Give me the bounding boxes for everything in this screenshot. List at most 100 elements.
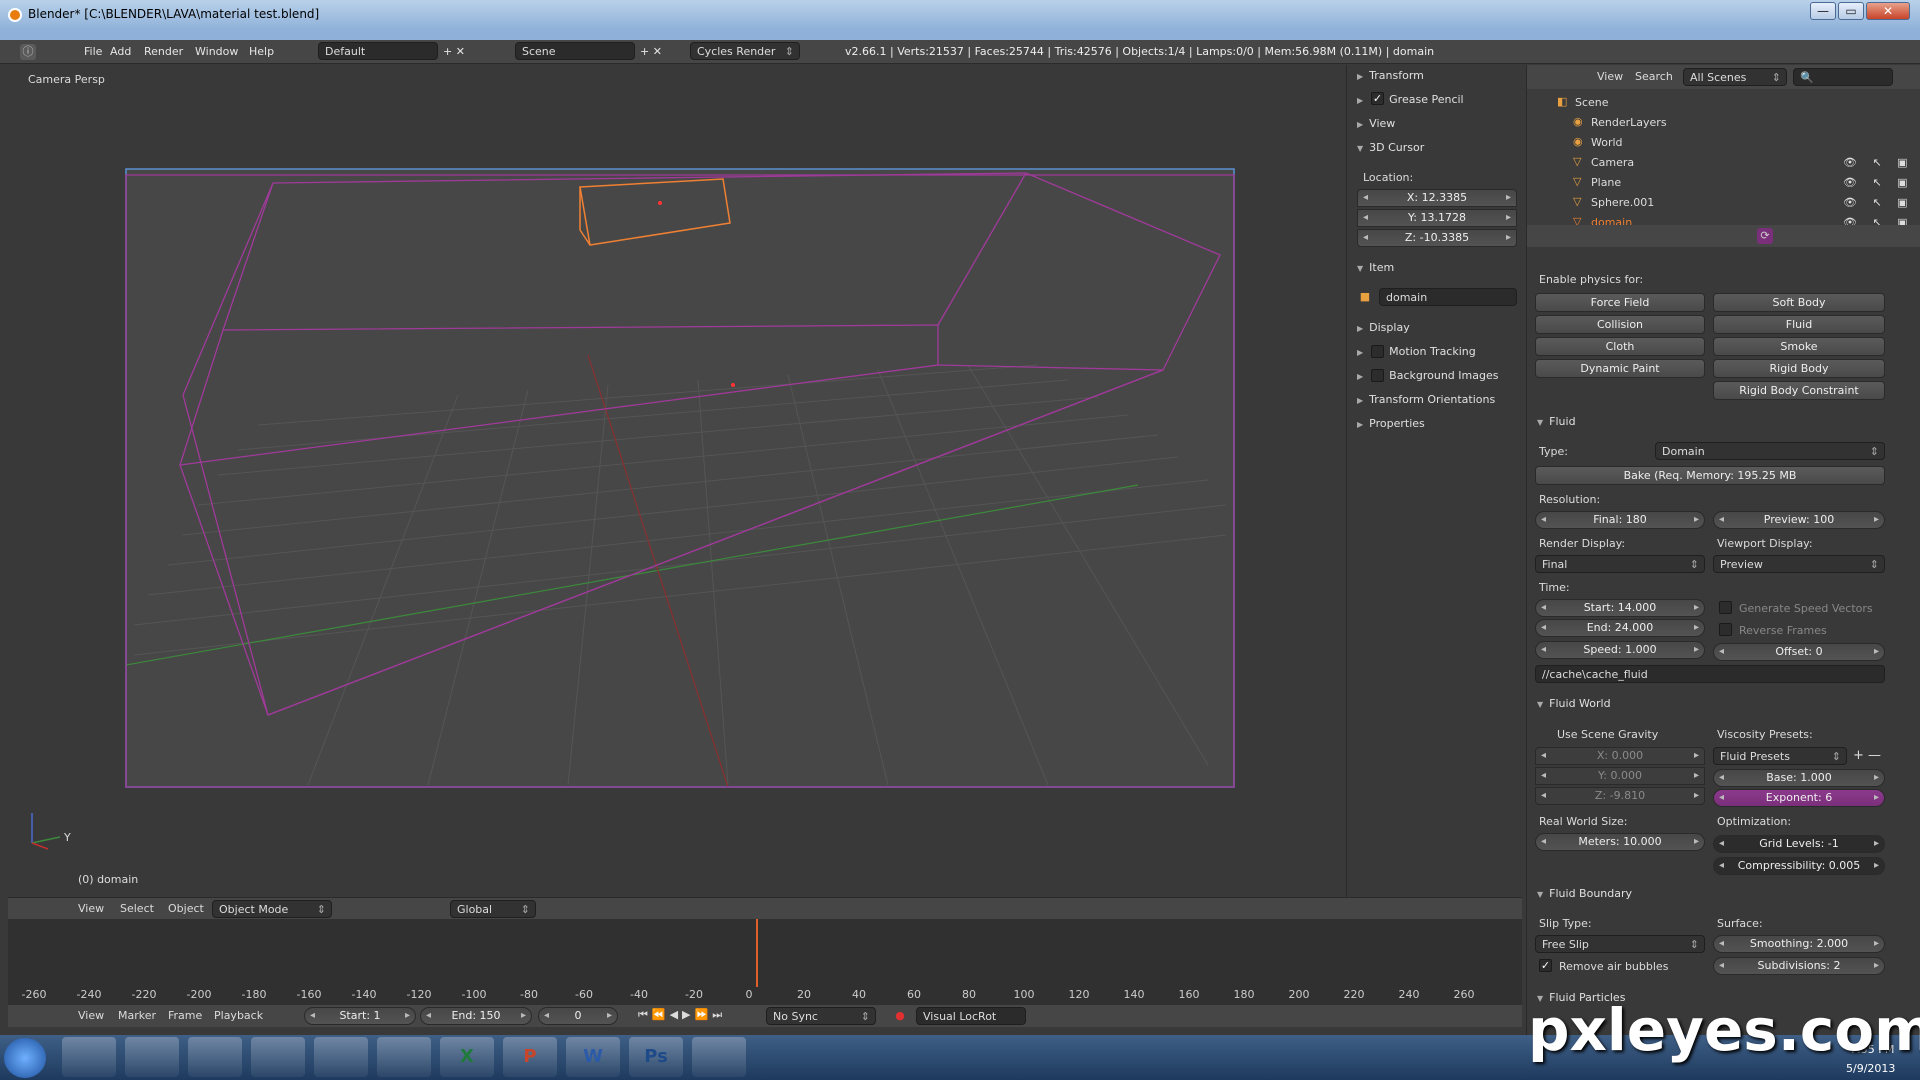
force-field-button[interactable]: Force Field <box>1535 293 1705 312</box>
mode-select[interactable]: Object Mode <box>212 900 332 918</box>
add-layout-icon[interactable]: + ✕ <box>443 45 465 58</box>
panel-transform[interactable]: Transform <box>1357 69 1424 82</box>
panel-properties[interactable]: Properties <box>1357 417 1425 430</box>
outliner-row[interactable]: ▽ Sphere.001 👁 ↖ ▣ <box>1527 193 1920 213</box>
powerpoint-icon[interactable]: P <box>503 1037 557 1077</box>
generate-speed-vectors-checkbox[interactable] <box>1719 601 1732 614</box>
item-name-field[interactable]: domain <box>1379 288 1517 306</box>
scene-field[interactable]: Scene <box>515 42 635 60</box>
collision-button[interactable]: Collision <box>1535 315 1705 334</box>
grease-pencil-checkbox[interactable]: ✓ <box>1371 92 1384 105</box>
add-remove-preset-icon[interactable]: + — <box>1853 748 1881 763</box>
panel-display[interactable]: Display <box>1357 321 1410 334</box>
outliner-row[interactable]: ▽ Plane 👁 ↖ ▣ <box>1527 173 1920 193</box>
orientation-select[interactable]: Global <box>450 900 536 918</box>
viscosity-exponent-field[interactable]: Exponent: 6 <box>1713 789 1885 807</box>
start-frame-field[interactable]: Start: 1 <box>304 1007 416 1025</box>
gravity-y-field[interactable]: Y: 0.000 <box>1535 767 1705 785</box>
calculator-icon[interactable] <box>251 1037 305 1077</box>
outliner-view-menu[interactable]: View <box>1597 70 1623 83</box>
remove-air-bubbles-checkbox[interactable]: ✓ <box>1539 959 1552 972</box>
menu-window[interactable]: Window <box>195 45 238 58</box>
outliner-scenes-select[interactable]: All Scenes <box>1683 68 1787 86</box>
panel-view[interactable]: View <box>1357 117 1395 130</box>
viewport-display-select[interactable]: Preview <box>1713 555 1885 573</box>
reverse-frames-checkbox[interactable] <box>1719 623 1732 636</box>
gravity-z-field[interactable]: Z: -9.810 <box>1535 787 1705 805</box>
timeline-menu-marker[interactable]: Marker <box>118 1009 156 1022</box>
3d-viewport[interactable]: Camera Persp Y (0) domain <box>8 65 1346 897</box>
rigid-body-button[interactable]: Rigid Body <box>1713 359 1885 378</box>
end-time-field[interactable]: End: 24.000 <box>1535 619 1705 637</box>
timeline-menu-frame[interactable]: Frame <box>168 1009 202 1022</box>
sync-select[interactable]: No Sync <box>766 1007 876 1025</box>
fluid-presets-select[interactable]: Fluid Presets <box>1713 747 1847 765</box>
network-icon[interactable] <box>188 1037 242 1077</box>
blender-icon[interactable] <box>692 1037 746 1077</box>
gravity-x-field[interactable]: X: 0.000 <box>1535 747 1705 765</box>
panel-motion-tracking[interactable]: Motion Tracking <box>1357 345 1476 358</box>
cursor-y-field[interactable]: Y: 13.1728 <box>1357 209 1517 227</box>
minimize-button[interactable]: — <box>1810 2 1836 20</box>
fluid-panel-header[interactable]: Fluid <box>1537 415 1575 428</box>
offset-field[interactable]: Offset: 0 <box>1713 643 1885 661</box>
speed-field[interactable]: Speed: 1.000 <box>1535 641 1705 659</box>
outliner-row[interactable]: ▽ Camera 👁 ↖ ▣ <box>1527 153 1920 173</box>
fluid-world-header[interactable]: Fluid World <box>1537 697 1610 710</box>
screen-layout-field[interactable]: Default <box>318 42 438 60</box>
playback-controls-icon[interactable]: ⏮⏪◀▶⏩⏭ <box>638 1008 726 1022</box>
firefox-icon[interactable] <box>125 1037 179 1077</box>
menu-select[interactable]: Select <box>120 902 154 915</box>
visibility-icon[interactable]: 👁 ↖ ▣ <box>1843 196 1914 209</box>
cursor-x-field[interactable]: X: 12.3385 <box>1357 189 1517 207</box>
maximize-button[interactable]: ▭ <box>1838 2 1864 20</box>
close-button[interactable]: ✕ <box>1866 2 1910 20</box>
outliner-row[interactable]: ◧ Scene <box>1527 93 1920 113</box>
cloth-button[interactable]: Cloth <box>1535 337 1705 356</box>
rigid-body-constraint-button[interactable]: Rigid Body Constraint <box>1713 381 1885 400</box>
final-resolution-field[interactable]: Final: 180 <box>1535 511 1705 529</box>
start-button[interactable] <box>4 1038 46 1078</box>
add-scene-icon[interactable]: + ✕ <box>640 45 662 58</box>
smoothing-field[interactable]: Smoothing: 2.000 <box>1713 935 1885 953</box>
tool-icon[interactable] <box>314 1037 368 1077</box>
outliner-row[interactable]: ◉ World <box>1527 133 1920 153</box>
meters-field[interactable]: Meters: 10.000 <box>1535 833 1705 851</box>
photoshop-icon[interactable]: Ps <box>629 1037 683 1077</box>
cache-path-input[interactable]: //cache\cache_fluid <box>1535 665 1885 683</box>
soft-body-button[interactable]: Soft Body <box>1713 293 1885 312</box>
outliner-search-menu[interactable]: Search <box>1635 70 1673 83</box>
editor-type-icon[interactable]: ⓘ <box>20 44 36 60</box>
smoke-button[interactable]: Smoke <box>1713 337 1885 356</box>
slip-type-select[interactable]: Free Slip <box>1535 935 1705 953</box>
dynamic-paint-button[interactable]: Dynamic Paint <box>1535 359 1705 378</box>
fluid-boundary-header[interactable]: Fluid Boundary <box>1537 887 1632 900</box>
render-display-select[interactable]: Final <box>1535 555 1705 573</box>
timeline-menu-playback[interactable]: Playback <box>214 1009 263 1022</box>
menu-add[interactable]: Add <box>110 45 131 58</box>
bake-button[interactable]: Bake (Req. Memory: 195.25 MB <box>1535 466 1885 485</box>
timeline-menu-view[interactable]: View <box>78 1009 104 1022</box>
panel-3d-cursor[interactable]: 3D Cursor <box>1357 141 1424 154</box>
start-time-field[interactable]: Start: 14.000 <box>1535 599 1705 617</box>
compressibility-field[interactable]: Compressibility: 0.005 <box>1713 857 1885 875</box>
word-icon[interactable]: W <box>566 1037 620 1077</box>
visibility-icon[interactable]: 👁 ↖ ▣ <box>1843 176 1914 189</box>
panel-transform-orientations[interactable]: Transform Orientations <box>1357 393 1495 406</box>
explorer-icon[interactable] <box>62 1037 116 1077</box>
grid-levels-field[interactable]: Grid Levels: -1 <box>1713 835 1885 853</box>
panel-item[interactable]: Item <box>1357 261 1394 274</box>
subdivisions-field[interactable]: Subdivisions: 2 <box>1713 957 1885 975</box>
menu-render[interactable]: Render <box>144 45 183 58</box>
menu-help[interactable]: Help <box>249 45 274 58</box>
fluid-button[interactable]: Fluid <box>1713 315 1885 334</box>
end-frame-field[interactable]: End: 150 <box>420 1007 532 1025</box>
viscosity-base-field[interactable]: Base: 1.000 <box>1713 769 1885 787</box>
menu-view[interactable]: View <box>78 902 104 915</box>
physics-tab-icon[interactable]: ⟳ <box>1757 228 1773 244</box>
outliner-row[interactable]: ◉ RenderLayers <box>1527 113 1920 133</box>
notepad-icon[interactable] <box>377 1037 431 1077</box>
menu-object[interactable]: Object <box>168 902 204 915</box>
keying-set-field[interactable]: Visual LocRot <box>916 1007 1026 1025</box>
menu-file[interactable]: File <box>84 45 102 58</box>
